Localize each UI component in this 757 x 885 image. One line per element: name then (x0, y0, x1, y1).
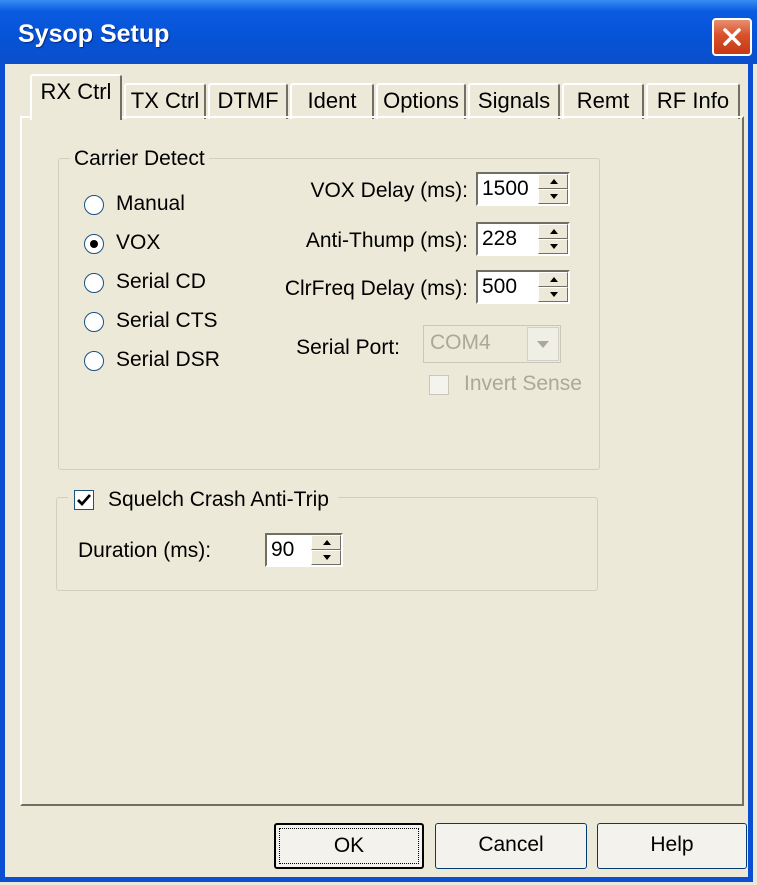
clrfreq-delay-down-button[interactable] (538, 287, 568, 302)
radio-serial-cd[interactable] (84, 273, 104, 293)
tab-rf-info[interactable]: RF Info (646, 83, 740, 119)
radio-serial-dsr[interactable] (84, 351, 104, 371)
ok-button-label: OK (333, 834, 365, 857)
tab-page-rx-ctrl: Carrier Detect Manual VOX Serial CD Seri… (20, 116, 744, 806)
ok-button[interactable]: OK (274, 823, 424, 869)
clrfreq-delay-stepper[interactable]: 500 (476, 270, 570, 304)
duration-up-button[interactable] (311, 535, 341, 550)
tab-options[interactable]: Options (376, 83, 466, 119)
cancel-button[interactable]: Cancel (435, 823, 587, 869)
checkmark-icon (77, 494, 92, 507)
vox-delay-label: VOX Delay (ms): (310, 179, 468, 202)
radio-manual-label: Manual (116, 192, 185, 215)
anti-thump-value: 228 (482, 227, 518, 250)
clrfreq-delay-label: ClrFreq Delay (ms): (284, 277, 468, 300)
squelch-checkbox[interactable] (74, 490, 94, 510)
duration-stepper[interactable]: 90 (265, 533, 343, 567)
window-title: Sysop Setup (18, 20, 170, 48)
help-button[interactable]: Help (597, 823, 747, 869)
tab-signals[interactable]: Signals (468, 83, 560, 119)
radio-serial-cd-label: Serial CD (116, 270, 206, 293)
clrfreq-delay-up-button[interactable] (538, 272, 568, 287)
close-button[interactable] (712, 18, 752, 56)
clrfreq-delay-value: 500 (482, 275, 518, 298)
radio-vox[interactable] (84, 234, 104, 254)
squelch-header: Squelch Crash Anti-Trip (68, 486, 338, 516)
tab-ident[interactable]: Ident (290, 83, 374, 119)
duration-value: 90 (271, 538, 295, 561)
anti-thump-stepper[interactable]: 228 (476, 222, 570, 256)
tab-remt[interactable]: Remt (562, 83, 644, 119)
radio-serial-cts[interactable] (84, 312, 104, 332)
radio-serial-cts-label: Serial CTS (116, 309, 218, 332)
radio-serial-dsr-label: Serial DSR (116, 348, 220, 371)
duration-label: Duration (ms): (78, 539, 212, 562)
anti-thump-up-button[interactable] (538, 224, 568, 239)
vox-delay-stepper[interactable]: 1500 (476, 172, 570, 206)
radio-vox-label: VOX (116, 231, 161, 254)
vox-delay-value: 1500 (482, 177, 529, 200)
serial-port-label: Serial Port: (296, 336, 400, 359)
carrier-detect-label: Carrier Detect (70, 147, 209, 171)
squelch-label: Squelch Crash Anti-Trip (108, 488, 329, 511)
tab-rx-ctrl[interactable]: RX Ctrl (30, 74, 122, 120)
tab-dtmf[interactable]: DTMF (208, 83, 288, 119)
anti-thump-label: Anti-Thump (ms): (305, 229, 468, 252)
close-icon (723, 28, 741, 46)
tab-tx-ctrl[interactable]: TX Ctrl (124, 83, 206, 119)
radio-manual[interactable] (84, 195, 104, 215)
vox-delay-up-button[interactable] (538, 174, 568, 189)
vox-delay-down-button[interactable] (538, 189, 568, 204)
anti-thump-down-button[interactable] (538, 239, 568, 254)
duration-down-button[interactable] (311, 550, 341, 565)
